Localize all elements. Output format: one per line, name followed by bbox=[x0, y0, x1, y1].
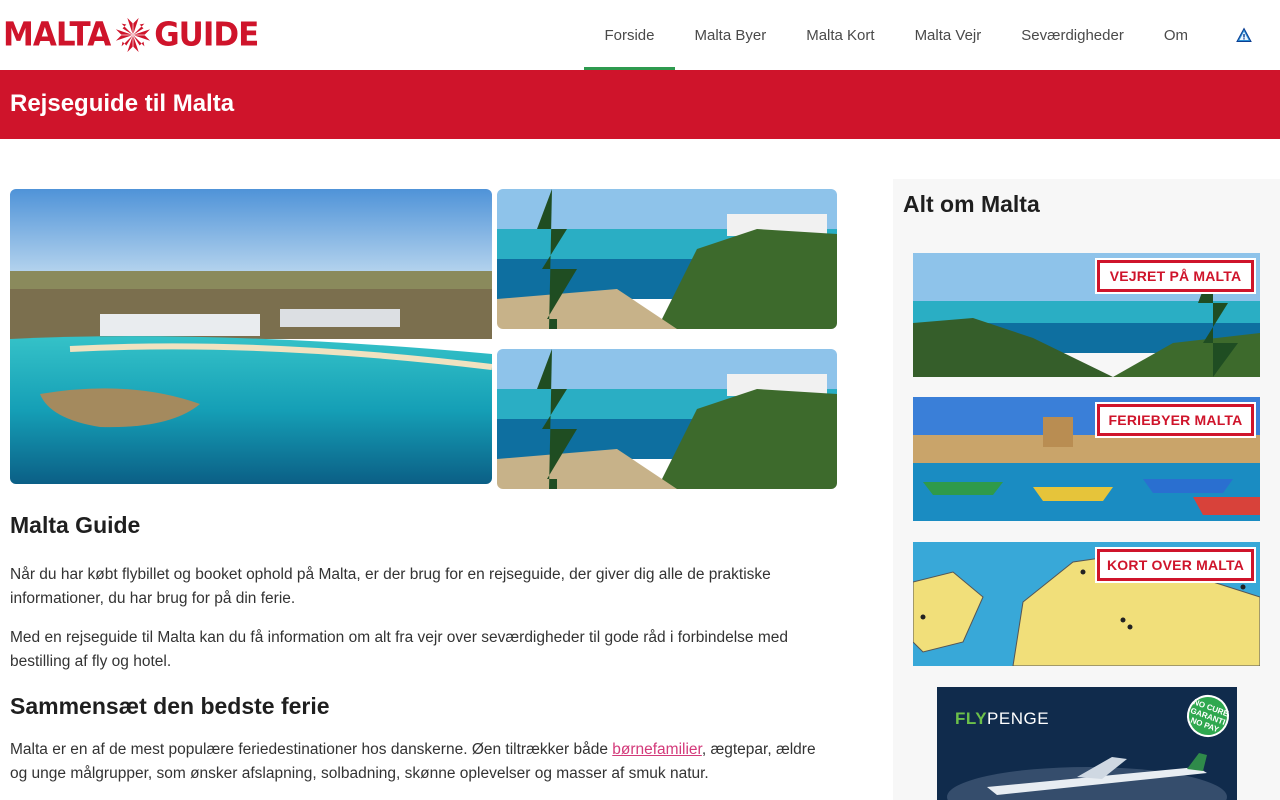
card-label-map: KORT OVER MALTA bbox=[1097, 549, 1254, 581]
logo-text-right: GUIDE bbox=[154, 16, 259, 54]
section-heading-ferie: Sammensæt den bedste ferie bbox=[10, 693, 330, 719]
link-boernefamilier[interactable]: børnefamilier bbox=[612, 741, 702, 758]
sidebar: Alt om Malta VEJRET PÅ MALTA FERIEBYER M… bbox=[893, 179, 1280, 800]
sidebar-card-map[interactable]: KORT OVER MALTA bbox=[913, 542, 1260, 666]
sidebar-card-weather[interactable]: VEJRET PÅ MALTA bbox=[913, 253, 1260, 377]
card-label-holiday-towns: FERIEBYER MALTA bbox=[1097, 404, 1254, 436]
ad-brand-suffix: PENGE bbox=[987, 709, 1050, 728]
site-logo[interactable]: MALTA GUIDE bbox=[3, 16, 259, 54]
intro-paragraph-2: Med en rejseguide til Malta kan du få in… bbox=[10, 629, 788, 670]
page-title: Rejseguide til Malta bbox=[10, 90, 235, 117]
ad-brand-prefix: FLY bbox=[955, 709, 988, 728]
maltese-cross-icon bbox=[116, 17, 151, 53]
nav-item-sevaerdigheder[interactable]: Seværdigheder bbox=[1001, 0, 1144, 70]
site-header: MALTA GUIDE Forside Malta Byer Malta Kor… bbox=[0, 0, 1280, 70]
sidebar-title: Alt om Malta bbox=[903, 191, 1040, 217]
gallery-photo-coast-1[interactable] bbox=[497, 189, 837, 329]
sidebar-card-holiday-towns[interactable]: FERIEBYER MALTA bbox=[913, 397, 1260, 521]
flypenge-ad-banner[interactable]: FLYPENGE NO CURE GARANTI NO PAY bbox=[937, 687, 1237, 800]
section-heading-malta-guide: Malta Guide bbox=[10, 512, 141, 538]
page-banner: Rejseguide til Malta bbox=[0, 70, 1280, 139]
intro-paragraph-1: Når du har købt flybillet og booket opho… bbox=[10, 566, 771, 607]
main-nav: Forside Malta Byer Malta Kort Malta Vejr… bbox=[584, 0, 1280, 70]
gallery-photo-aerial-beach[interactable] bbox=[10, 189, 492, 484]
nav-item-malta-kort[interactable]: Malta Kort bbox=[786, 0, 894, 70]
paragraph-text: Malta er en af de mest populære feriedes… bbox=[10, 741, 613, 758]
nav-item-malta-byer[interactable]: Malta Byer bbox=[675, 0, 787, 70]
nav-item-forside[interactable]: Forside bbox=[584, 0, 675, 70]
ad-brand: FLYPENGE bbox=[955, 709, 1049, 729]
card-label-weather: VEJRET PÅ MALTA bbox=[1097, 260, 1254, 292]
warning-triangle-icon[interactable] bbox=[1208, 0, 1280, 70]
main-content: Malta Guide Når du har købt flybillet og… bbox=[10, 189, 837, 786]
body-paragraph-3: Malta er en af de mest populære feriedes… bbox=[10, 738, 837, 786]
photo-gallery bbox=[10, 189, 837, 489]
logo-text-left: MALTA bbox=[3, 16, 111, 54]
nav-item-om[interactable]: Om bbox=[1144, 0, 1208, 70]
gallery-photo-coast-2[interactable] bbox=[497, 349, 837, 489]
nav-item-malta-vejr[interactable]: Malta Vejr bbox=[895, 0, 1002, 70]
